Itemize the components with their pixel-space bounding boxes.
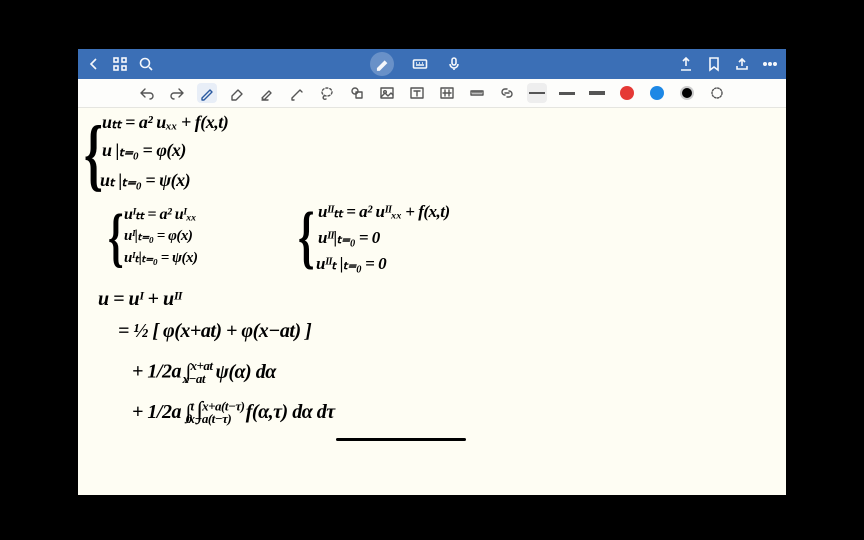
bookmark-icon[interactable] — [706, 56, 722, 72]
pen-tool[interactable] — [197, 83, 217, 103]
eq-line: uᴵₜₜ = a² uᴵₓₓ — [124, 204, 196, 224]
share-icon[interactable] — [734, 56, 750, 72]
search-icon[interactable] — [138, 56, 154, 72]
eq-line: uᴵ|ₜ₌₀ = φ(x) — [124, 226, 192, 245]
line-thick[interactable] — [587, 83, 607, 103]
line-med[interactable] — [557, 83, 577, 103]
eq-line: + 1/2a ∫t0 ∫x+a(t−τ)x−a(t−τ) f(α,τ) dα d… — [132, 398, 335, 427]
titlebar — [78, 49, 786, 79]
brace-sub2: { — [298, 198, 315, 278]
link-tool[interactable] — [497, 83, 517, 103]
underline — [336, 438, 466, 441]
eq-line: + 1/2a ∫x+atx−at ψ(α) dα — [132, 358, 276, 387]
eq-line: u |ₜ₌₀ = φ(x) — [102, 140, 186, 161]
image-tool[interactable] — [377, 83, 397, 103]
color-black[interactable] — [677, 83, 697, 103]
eq-line: uᴵᴵ|ₜ₌₀ = 0 — [318, 228, 380, 248]
lasso-tool[interactable] — [317, 83, 337, 103]
shape-tool[interactable] — [347, 83, 367, 103]
pen-mode-button[interactable] — [370, 52, 394, 76]
eq-line: = ½ [ φ(x+at) + φ(x−at) ] — [118, 320, 311, 343]
color-blue[interactable] — [647, 83, 667, 103]
apps-icon[interactable] — [112, 56, 128, 72]
toolbar — [78, 79, 786, 108]
eq-line: uᴵᴵₜ |ₜ₌₀ = 0 — [316, 254, 386, 274]
text-tool[interactable] — [407, 83, 427, 103]
eraser-tool[interactable] — [227, 83, 247, 103]
attach-tool[interactable] — [437, 83, 457, 103]
more-icon[interactable] — [762, 56, 778, 72]
eq-line: uᴵᴵₜₜ = a² uᴵᴵₓₓ + f(x,t) — [318, 202, 450, 222]
eq-line: u = uᴵ + uᴵᴵ — [98, 288, 181, 311]
highlighter-tool[interactable] — [257, 83, 277, 103]
note-canvas[interactable]: { uₜₜ = a² uₓₓ + f(x,t) u |ₜ₌₀ = φ(x) uₜ… — [78, 108, 786, 495]
undo-button[interactable] — [137, 83, 157, 103]
line-thin[interactable] — [527, 83, 547, 103]
eq-line: uₜₜ = a² uₓₓ + f(x,t) — [102, 112, 228, 133]
eq-line: uₜ |ₜ₌₀ = ψ(x) — [100, 170, 190, 191]
export-icon[interactable] — [678, 56, 694, 72]
brace-sub1: { — [108, 200, 124, 276]
redo-button[interactable] — [167, 83, 187, 103]
ruler-tool[interactable] — [467, 83, 487, 103]
eq-line: uᴵₜ|ₜ₌₀ = ψ(x) — [124, 248, 198, 267]
pencil-tool[interactable] — [287, 83, 307, 103]
app-window: { uₜₜ = a² uₓₓ + f(x,t) u |ₜ₌₀ = φ(x) uₜ… — [78, 49, 786, 495]
keyboard-icon[interactable] — [412, 56, 428, 72]
color-red[interactable] — [617, 83, 637, 103]
back-icon[interactable] — [86, 56, 102, 72]
color-picker[interactable] — [707, 83, 727, 103]
mic-icon[interactable] — [446, 56, 462, 72]
